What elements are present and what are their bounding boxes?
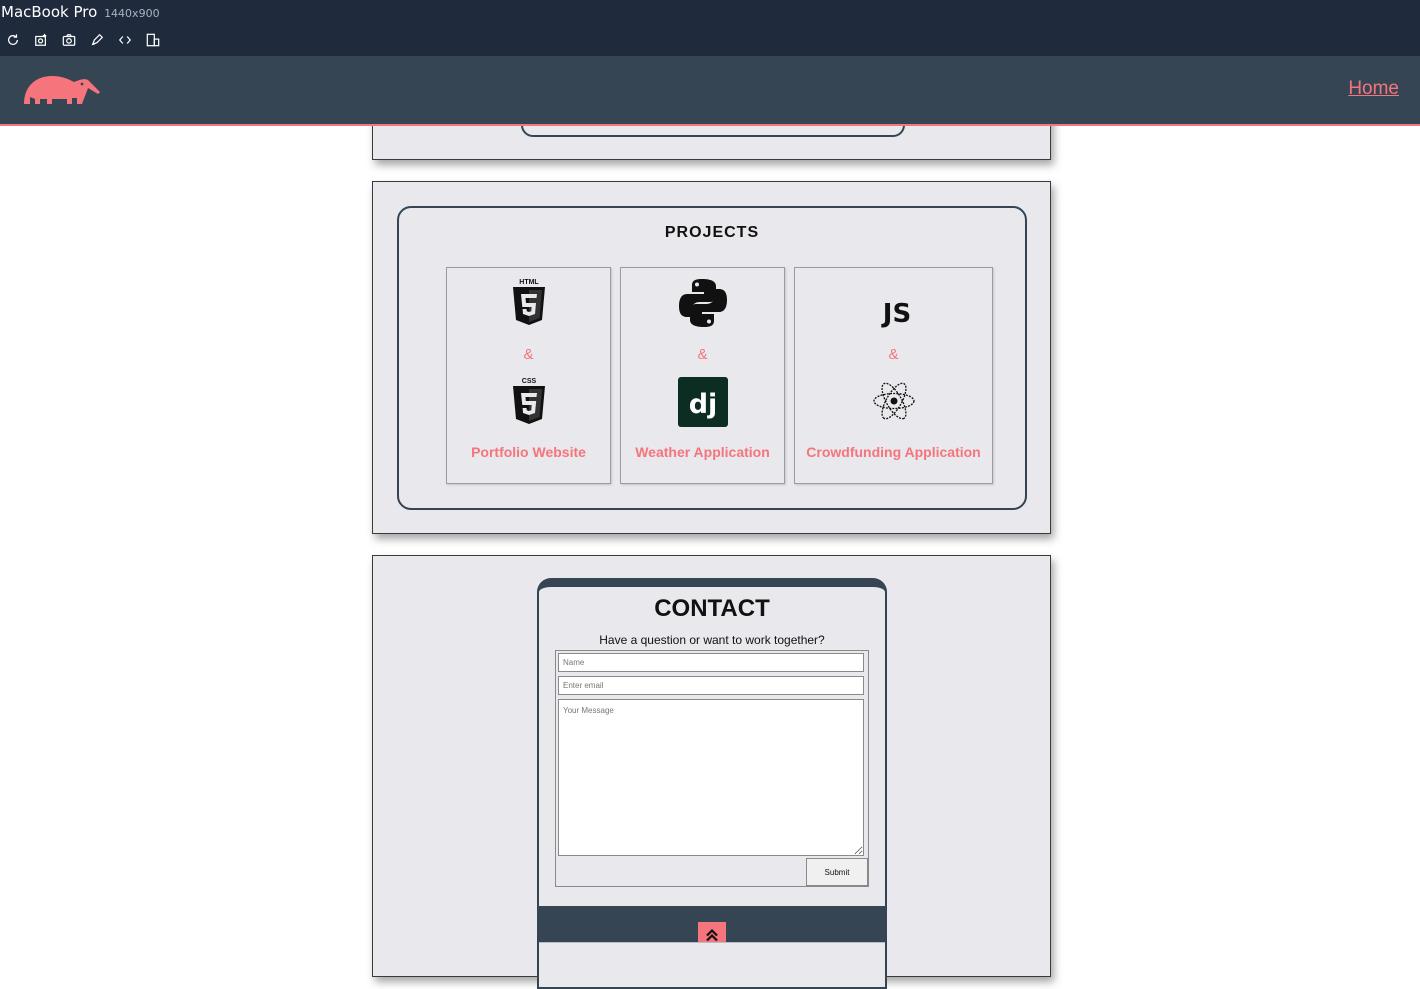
project-label: Crowdfunding Application (806, 444, 981, 460)
contact-section: CONTACT Have a question or want to work … (372, 555, 1051, 989)
contact-title: CONTACT (654, 595, 770, 622)
devtools-toolbar: MacBook Pro 1440x900 (0, 0, 1420, 56)
project-card-weather[interactable]: & dj Weather Application (620, 267, 785, 484)
svg-text:CSS: CSS (521, 378, 536, 385)
contact-form: Submit (555, 650, 869, 887)
anteater-logo[interactable] (22, 64, 102, 108)
html5-icon: HTML (512, 279, 545, 325)
projects-frame: PROJECTS HTML & CSS Portfolio Website & … (397, 206, 1027, 510)
camera-icon[interactable] (60, 31, 78, 49)
message-field[interactable] (558, 699, 864, 856)
connector-text: & (697, 346, 708, 363)
footer-edge (539, 942, 885, 949)
svg-text:dj: dj (688, 389, 717, 420)
contact-footer (539, 906, 885, 949)
devtools-tools (4, 31, 162, 49)
responsive-icon[interactable] (144, 31, 162, 49)
screenshot-element-icon[interactable] (32, 31, 50, 49)
device-selector[interactable]: MacBook Pro 1440x900 (1, 3, 160, 21)
submit-button[interactable]: Submit (806, 858, 868, 886)
reload-icon[interactable] (4, 31, 22, 49)
device-size: 1440x900 (104, 7, 160, 20)
javascript-icon: JS (880, 299, 910, 329)
project-label: Weather Application (635, 444, 770, 460)
project-label: Portfolio Website (471, 444, 586, 460)
code-icon[interactable] (116, 31, 134, 49)
projects-title: PROJECTS (664, 224, 760, 241)
project-card-portfolio[interactable]: HTML & CSS Portfolio Website (446, 267, 611, 484)
home-link[interactable]: Home (1348, 78, 1399, 100)
contact-card: CONTACT Have a question or want to work … (537, 578, 887, 989)
svg-text:HTML: HTML (519, 279, 539, 286)
pen-icon[interactable] (88, 31, 106, 49)
name-field[interactable] (558, 653, 864, 672)
device-name: MacBook Pro (1, 3, 98, 21)
django-icon: dj (677, 377, 728, 427)
python-icon (678, 279, 727, 327)
css3-icon: CSS (512, 378, 545, 424)
site-navbar: Home (0, 56, 1420, 126)
projects-section: PROJECTS HTML & CSS Portfolio Website & … (372, 181, 1051, 534)
react-icon (872, 382, 915, 420)
project-card-crowdfunding[interactable]: JS & Crowdfunding Application (794, 267, 993, 484)
connector-text: & (523, 346, 534, 363)
contact-subtitle: Have a question or want to work together… (599, 633, 825, 647)
svg-text:JS: JS (880, 299, 910, 329)
email-field[interactable] (558, 676, 864, 695)
connector-text: & (888, 346, 899, 363)
double-chevron-up-icon (706, 928, 718, 942)
